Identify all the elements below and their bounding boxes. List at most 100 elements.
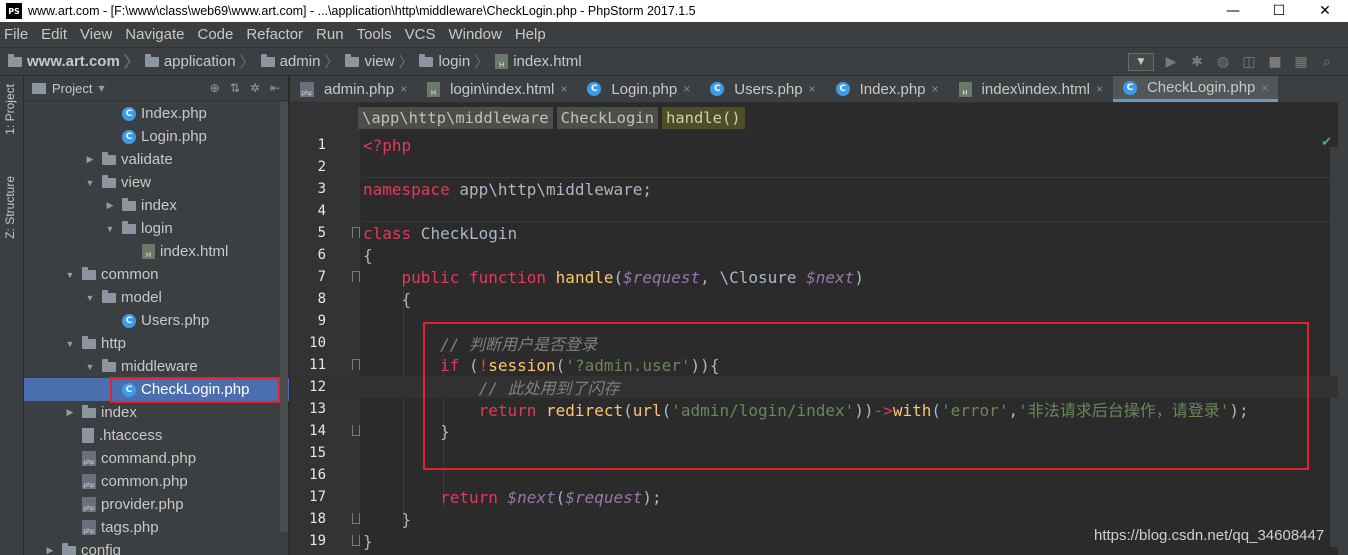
gear-icon[interactable]: ✲ bbox=[250, 81, 260, 95]
chevron-down-icon[interactable]: ▼ bbox=[64, 339, 76, 349]
tree-item[interactable]: ▶.htaccess bbox=[24, 424, 289, 447]
fold-marker-icon[interactable] bbox=[352, 535, 360, 546]
tree-item[interactable]: ▶ validate bbox=[24, 148, 289, 171]
close-tab-icon[interactable]: × bbox=[400, 82, 407, 96]
close-tab-icon[interactable]: × bbox=[1261, 81, 1268, 95]
maximize-button[interactable]: ☐ bbox=[1256, 0, 1302, 22]
window-title: www.art.com - [F:\www\class\web69\www.ar… bbox=[28, 4, 696, 18]
chevron-right-icon[interactable]: ▶ bbox=[44, 545, 56, 555]
menu-view[interactable]: View bbox=[80, 26, 112, 43]
minimize-button[interactable]: — bbox=[1210, 0, 1256, 22]
editor-tab[interactable]: C Login.php × bbox=[577, 76, 700, 102]
fold-marker-icon[interactable] bbox=[352, 227, 360, 238]
sync-icon[interactable]: ⊕ bbox=[210, 81, 220, 95]
run-icon[interactable]: ▶ bbox=[1158, 51, 1184, 73]
tree-item[interactable]: ▼ http bbox=[24, 332, 289, 355]
hide-icon[interactable]: ⇤ bbox=[270, 81, 280, 95]
editor-tab[interactable]: Hlogin\index.html × bbox=[417, 76, 577, 102]
chevron-down-icon[interactable]: ▼ bbox=[84, 362, 96, 372]
menu-bar: File Edit View Navigate Code Refactor Ru… bbox=[0, 22, 1348, 47]
close-tab-icon[interactable]: × bbox=[1096, 82, 1103, 96]
editor-tab-label: CheckLogin.php bbox=[1146, 79, 1256, 96]
menu-navigate[interactable]: Navigate bbox=[125, 26, 184, 43]
stop-icon[interactable]: ■ bbox=[1262, 51, 1288, 73]
tree-item[interactable]: ▶CUsers.php bbox=[24, 309, 289, 332]
menu-tools[interactable]: Tools bbox=[357, 26, 392, 43]
menu-code[interactable]: Code bbox=[197, 26, 233, 43]
collapse-icon[interactable]: ⇅ bbox=[230, 81, 240, 95]
close-tab-icon[interactable]: × bbox=[932, 82, 939, 96]
nav-crumb-project[interactable]: www.art.com 〉 bbox=[8, 51, 139, 72]
tree-item[interactable]: ▶phpcommand.php bbox=[24, 447, 289, 470]
chevron-down-icon[interactable]: ▼ bbox=[98, 84, 104, 93]
breadcrumb-namespace[interactable]: \app\http\middleware bbox=[358, 107, 553, 129]
search-everywhere-icon[interactable]: ⌕ bbox=[1314, 51, 1340, 73]
project-structure-icon[interactable]: ▦ bbox=[1288, 51, 1314, 73]
nav-crumb-login[interactable]: login 〉 bbox=[419, 51, 489, 72]
debug-icon[interactable]: ✱ bbox=[1184, 51, 1210, 73]
tree-item[interactable]: ▶ config bbox=[24, 539, 289, 555]
run-config-dropdown[interactable]: ▼ bbox=[1128, 53, 1154, 71]
tree-item[interactable]: ▶ index bbox=[24, 194, 289, 217]
close-tab-icon[interactable]: × bbox=[560, 82, 567, 96]
menu-window[interactable]: Window bbox=[448, 26, 501, 43]
chevron-right-icon[interactable]: ▶ bbox=[104, 200, 116, 211]
fold-marker-icon[interactable] bbox=[352, 271, 360, 282]
tree-item[interactable]: ▶ index bbox=[24, 401, 289, 424]
vcs-icon[interactable]: ◫ bbox=[1236, 51, 1262, 73]
nav-crumb-admin[interactable]: admin 〉 bbox=[260, 51, 339, 72]
tab-structure-tool[interactable]: Z: Structure bbox=[3, 176, 17, 239]
menu-file[interactable]: File bbox=[4, 26, 28, 43]
fold-marker-icon[interactable] bbox=[352, 513, 360, 524]
chevron-down-icon[interactable]: ▼ bbox=[104, 224, 116, 234]
menu-run[interactable]: Run bbox=[316, 26, 344, 43]
close-button[interactable]: ✕ bbox=[1302, 0, 1348, 22]
close-tab-icon[interactable]: × bbox=[683, 82, 690, 96]
brace: } bbox=[401, 509, 412, 529]
editor-tab[interactable]: C Users.php × bbox=[700, 76, 825, 102]
fold-marker-icon[interactable] bbox=[352, 359, 360, 370]
tree-item[interactable]: ▶CLogin.php bbox=[24, 125, 289, 148]
folder-icon bbox=[82, 266, 96, 280]
function-redirect: redirect bbox=[546, 401, 624, 420]
menu-help[interactable]: Help bbox=[515, 26, 546, 43]
punct: ) bbox=[854, 267, 864, 287]
keyword-return: return bbox=[440, 487, 498, 507]
chevron-right-icon[interactable]: ▶ bbox=[84, 154, 96, 165]
tree-item[interactable]: ▼ model bbox=[24, 286, 289, 309]
close-tab-icon[interactable]: × bbox=[809, 82, 816, 96]
editor-tab[interactable]: Hindex\index.html × bbox=[949, 76, 1113, 102]
editor-tab[interactable]: C Index.php × bbox=[826, 76, 949, 102]
nav-crumb-file[interactable]: H index.html bbox=[495, 53, 582, 70]
chevron-down-icon[interactable]: ▼ bbox=[64, 270, 76, 280]
nav-crumb-view[interactable]: view 〉 bbox=[345, 51, 413, 72]
tree-item[interactable]: ▶CIndex.php bbox=[24, 102, 289, 125]
punct: ( bbox=[613, 267, 624, 287]
project-scrollbar[interactable] bbox=[280, 102, 288, 532]
tree-item[interactable]: ▼ middleware bbox=[24, 355, 289, 378]
tree-item[interactable]: ▶Hindex.html bbox=[24, 240, 289, 263]
variable-next: $next bbox=[806, 267, 855, 287]
code-editor[interactable]: \app\http\middleware CheckLogin handle()… bbox=[290, 103, 1338, 555]
nav-crumb-application[interactable]: application 〉 bbox=[144, 51, 255, 72]
menu-vcs[interactable]: VCS bbox=[405, 26, 436, 43]
tree-item[interactable]: ▶phpprovider.php bbox=[24, 493, 289, 516]
tab-project-tool[interactable]: 1: Project bbox=[3, 84, 17, 135]
project-view-selector[interactable]: Project bbox=[52, 81, 92, 96]
tree-item[interactable]: ▼ view bbox=[24, 171, 289, 194]
editor-tab[interactable]: php admin.php × bbox=[290, 76, 417, 102]
breadcrumb-method[interactable]: handle() bbox=[661, 107, 745, 129]
coverage-icon[interactable]: ◍ bbox=[1210, 51, 1236, 73]
chevron-down-icon[interactable]: ▼ bbox=[84, 178, 96, 188]
menu-refactor[interactable]: Refactor bbox=[246, 26, 303, 43]
tree-item[interactable]: ▶phptags.php bbox=[24, 516, 289, 539]
chevron-down-icon[interactable]: ▼ bbox=[84, 293, 96, 303]
tree-item[interactable]: ▼ common bbox=[24, 263, 289, 286]
tree-item[interactable]: ▼ login bbox=[24, 217, 289, 240]
tree-item[interactable]: ▶phpcommon.php bbox=[24, 470, 289, 493]
menu-edit[interactable]: Edit bbox=[41, 26, 67, 43]
breadcrumb-class[interactable]: CheckLogin bbox=[556, 107, 658, 129]
chevron-right-icon[interactable]: ▶ bbox=[64, 407, 76, 418]
editor-tab[interactable]: C CheckLogin.php × bbox=[1112, 76, 1279, 102]
fold-marker-icon[interactable] bbox=[352, 425, 360, 436]
